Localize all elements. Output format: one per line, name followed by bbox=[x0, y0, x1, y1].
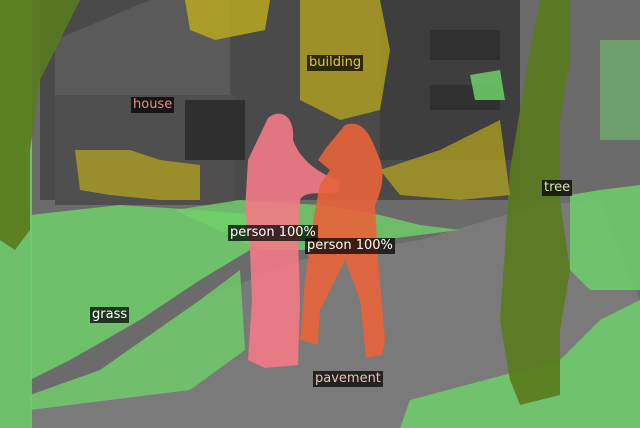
label-house: house bbox=[131, 97, 175, 113]
grass-mask-patch bbox=[470, 70, 505, 100]
balcony bbox=[430, 30, 500, 60]
label-person-right: person 100% bbox=[305, 238, 395, 254]
tree-foliage-right bbox=[600, 40, 640, 140]
label-building: building bbox=[307, 55, 364, 71]
label-pavement: pavement bbox=[313, 371, 383, 387]
segmentation-scene: building house tree person 100% person 1… bbox=[0, 0, 640, 428]
house-window bbox=[185, 100, 245, 160]
label-grass: grass bbox=[90, 307, 130, 323]
grass-mask-far-right bbox=[570, 185, 640, 290]
label-tree: tree bbox=[542, 180, 573, 196]
